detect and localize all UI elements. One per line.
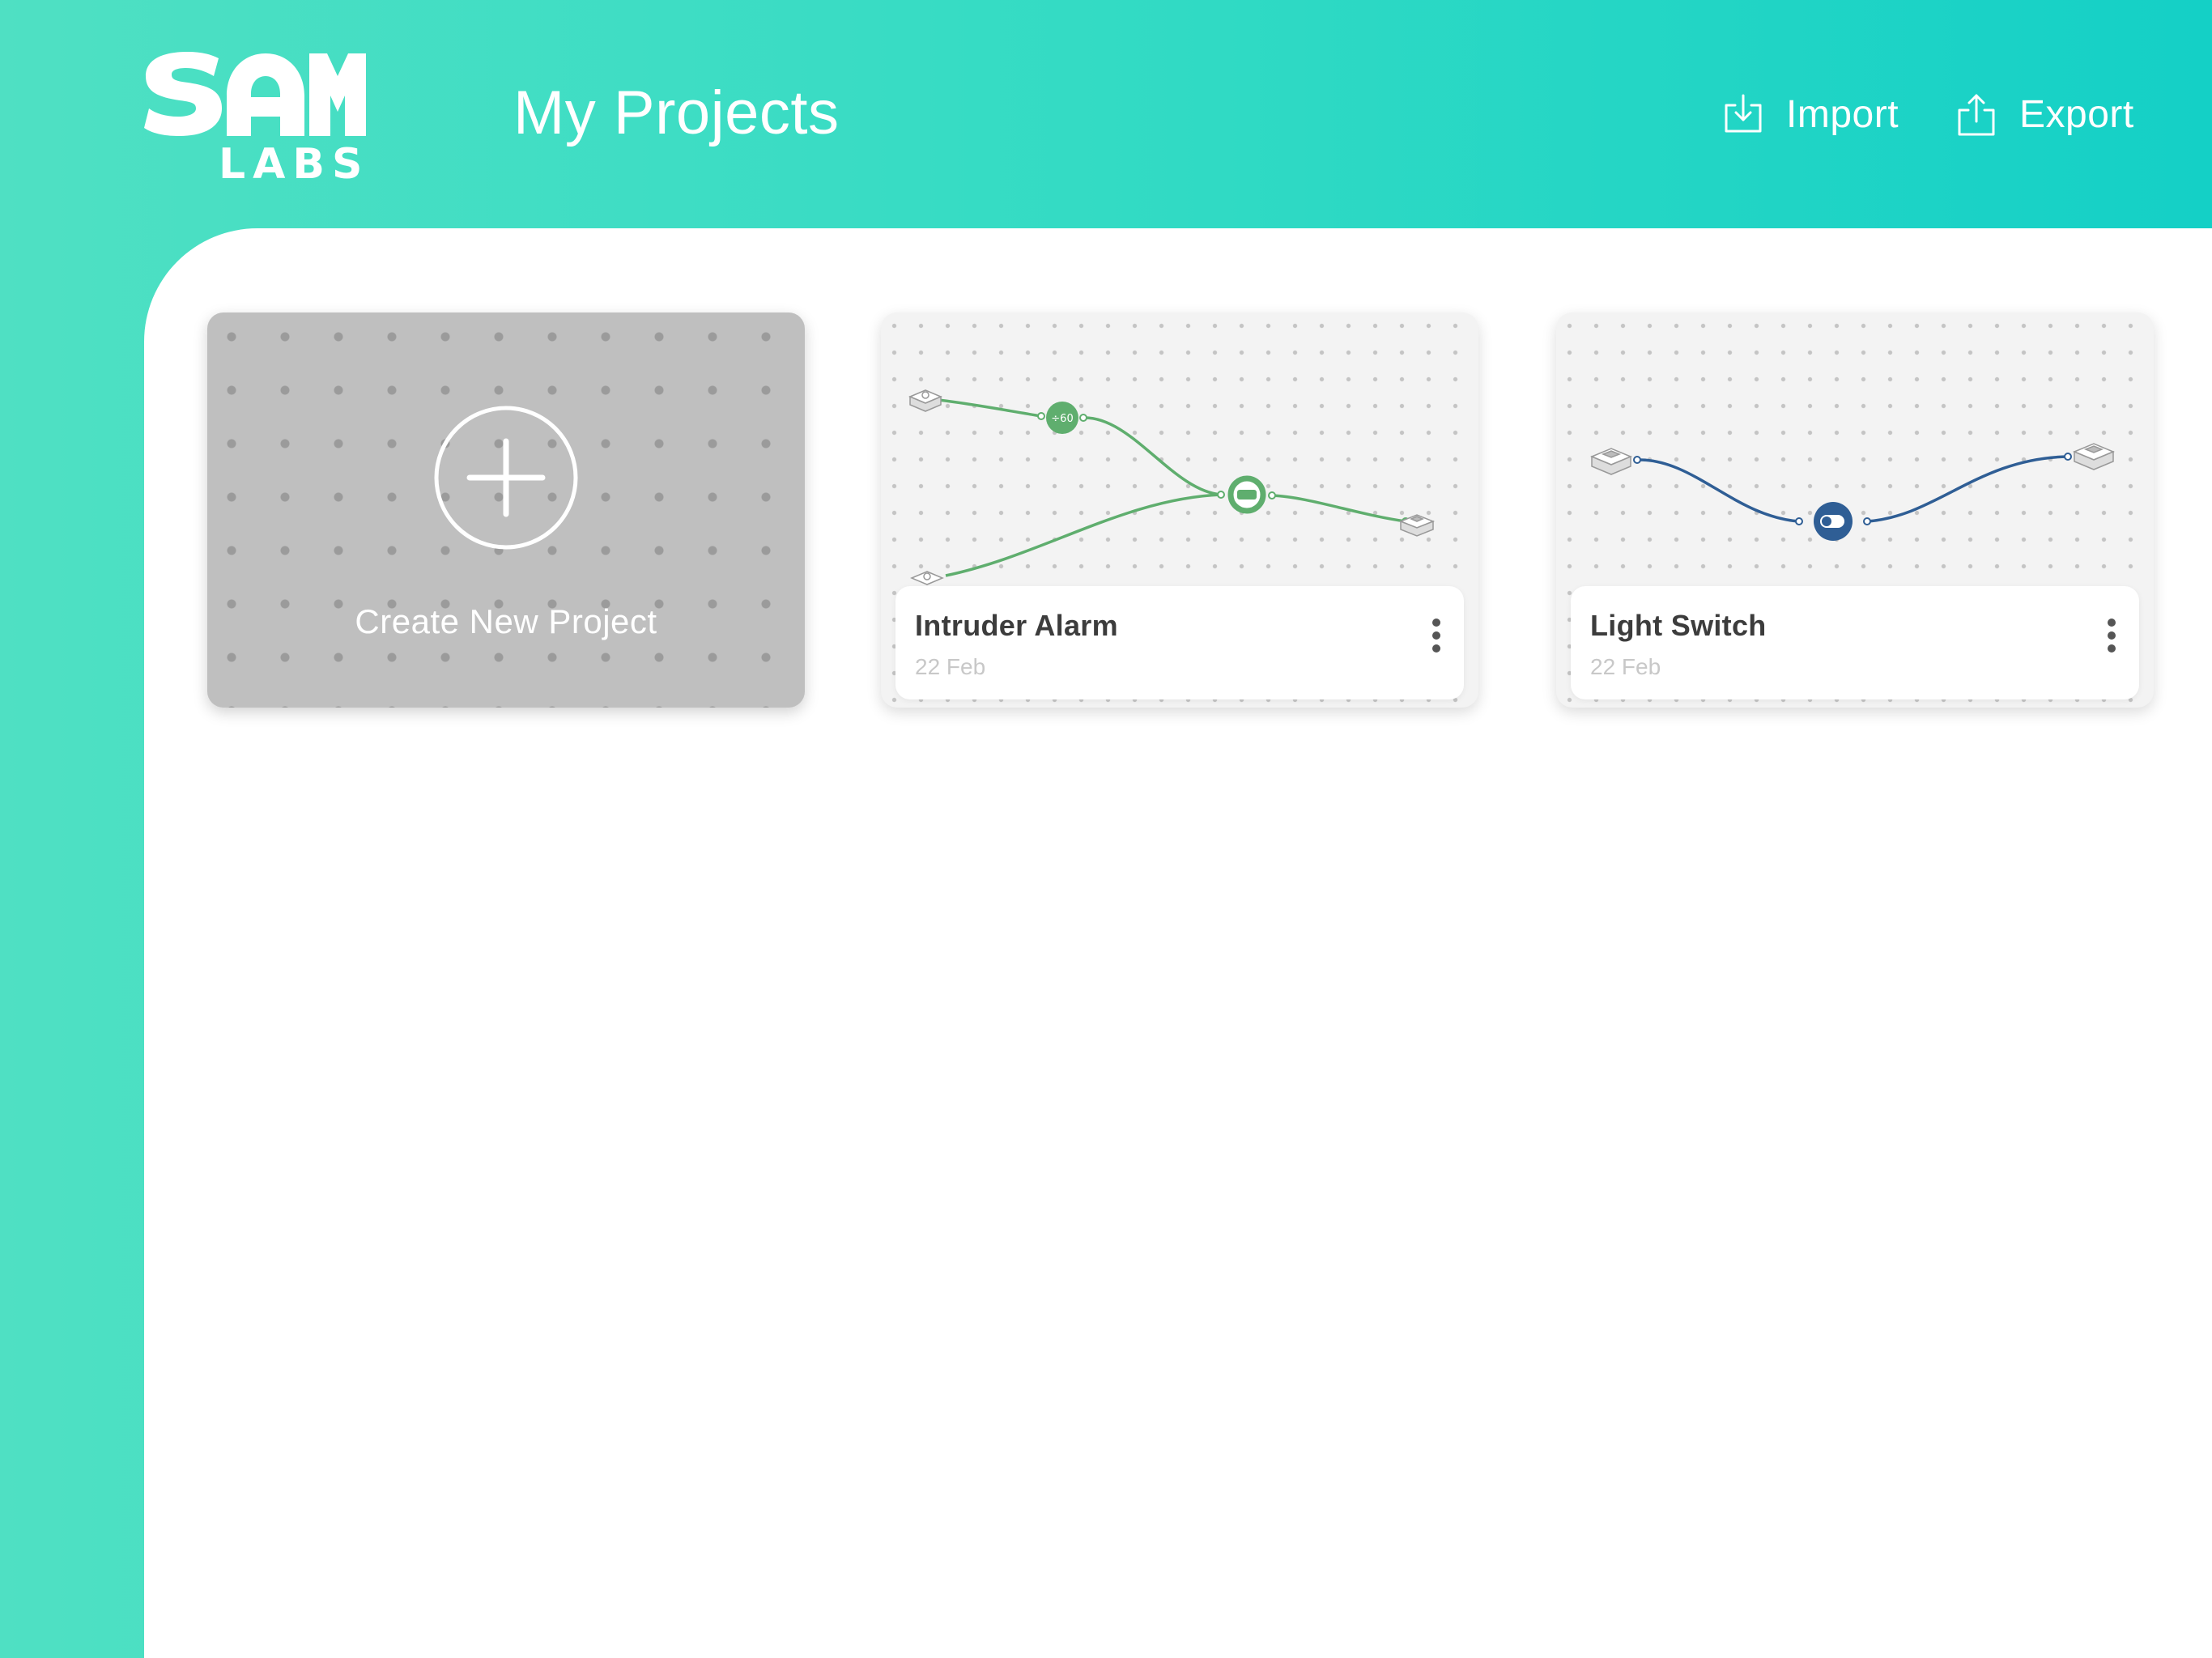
import-label: Import	[1786, 92, 1899, 136]
more-vertical-icon	[2108, 619, 2116, 627]
project-name: Intruder Alarm	[915, 609, 1118, 642]
page-title: My Projects	[513, 79, 840, 147]
svg-text:÷60: ÷60	[1051, 413, 1073, 425]
project-date: 22 Feb	[1590, 654, 1661, 679]
svg-text:LABS: LABS	[219, 140, 366, 181]
header-bar: LABS My Projects Import Export	[0, 0, 2212, 228]
project-info-panel: Light Switch 22 Feb	[1571, 586, 2139, 699]
more-options-button[interactable]	[2102, 619, 2121, 667]
export-button[interactable]: Export	[1955, 87, 2134, 141]
import-button[interactable]: Import	[1721, 87, 1899, 141]
project-name: Light Switch	[1590, 609, 1767, 642]
project-card-light-switch[interactable]: Light Switch 22 Feb	[1556, 312, 2154, 708]
project-thumbnail-diagram: ÷60	[908, 389, 1436, 585]
export-icon	[1958, 94, 1995, 136]
export-label: Export	[2019, 92, 2134, 136]
plus-circle-icon	[434, 406, 578, 550]
project-date: 22 Feb	[915, 654, 986, 679]
project-info-panel: Intruder Alarm 22 Feb	[895, 586, 1464, 699]
create-new-project-label: Create New Project	[355, 602, 657, 640]
project-card-intruder-alarm[interactable]: ÷60 Intruder Alarm 22 Feb	[881, 312, 1478, 708]
more-options-button[interactable]	[1427, 619, 1446, 667]
projects-panel: Create New Project ÷60 Intruder Alarm 22…	[144, 228, 2212, 1658]
create-new-project-card[interactable]: Create New Project	[207, 312, 805, 708]
import-icon	[1725, 94, 1762, 133]
sam-labs-logo[interactable]: LABS	[143, 47, 366, 181]
more-vertical-icon	[1432, 619, 1440, 627]
project-thumbnail-diagram	[1590, 443, 2115, 541]
